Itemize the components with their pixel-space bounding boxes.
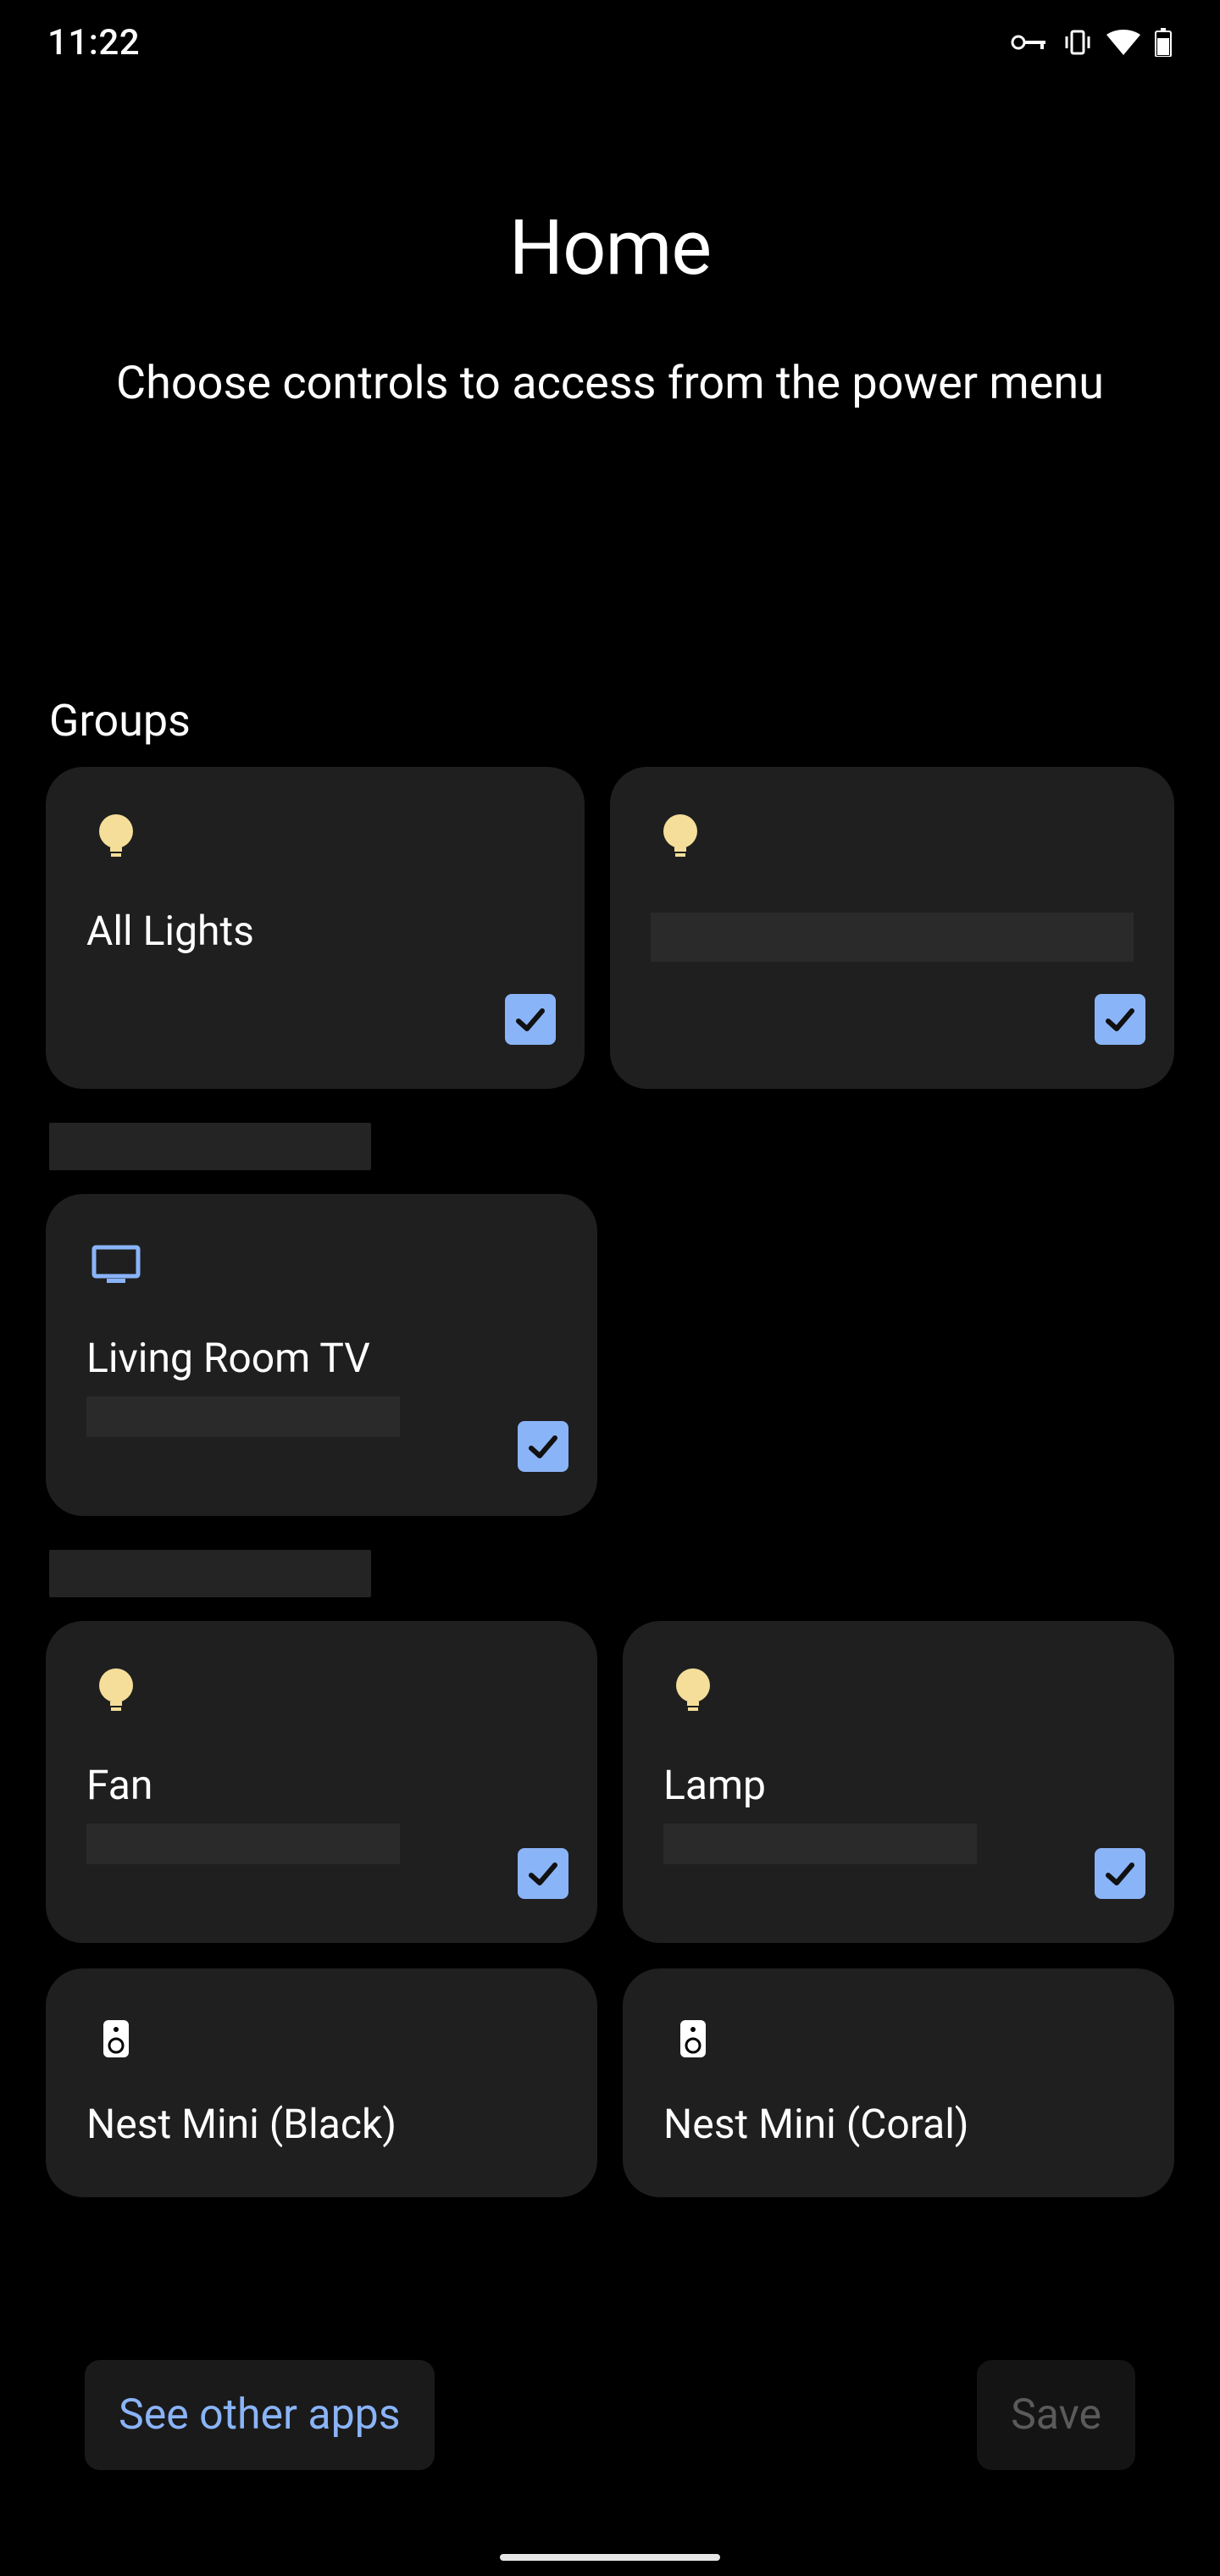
wifi-icon xyxy=(1106,30,1140,55)
control-card-title-redacted xyxy=(651,913,1134,962)
tv-icon xyxy=(86,1235,146,1294)
status-time: 11:22 xyxy=(47,22,140,64)
battery-icon xyxy=(1154,28,1173,57)
page-title: Home xyxy=(51,203,1169,292)
control-card-title: All Lights xyxy=(86,908,544,954)
control-checkbox[interactable] xyxy=(1095,994,1145,1045)
control-card-living-room-tv[interactable]: Living Room TV xyxy=(46,1194,597,1516)
gesture-nav-bar[interactable] xyxy=(500,2554,720,2561)
bulb-icon xyxy=(86,1662,146,1721)
section-title-groups: Groups xyxy=(46,695,1174,767)
vpn-key-icon xyxy=(1010,32,1049,53)
control-card-subtitle-redacted xyxy=(663,1824,977,1864)
control-checkbox[interactable] xyxy=(518,1848,568,1899)
section-title-redacted xyxy=(49,1123,371,1170)
speaker-icon xyxy=(86,2009,146,2068)
control-card-all-lights[interactable]: All Lights xyxy=(46,767,585,1089)
control-card-nest-mini-black[interactable]: Nest Mini (Black) xyxy=(46,1968,597,2197)
page-subtitle: Choose controls to access from the power… xyxy=(51,353,1169,415)
bulb-icon xyxy=(651,808,710,867)
bulb-icon xyxy=(86,808,146,867)
control-card-subtitle-redacted xyxy=(86,1824,400,1864)
control-checkbox[interactable] xyxy=(518,1421,568,1472)
control-card-title: Fan xyxy=(86,1762,557,1808)
bulb-icon xyxy=(663,1662,723,1721)
status-icons-group xyxy=(1010,28,1173,57)
control-card-subtitle-redacted xyxy=(86,1396,400,1437)
control-card-lamp[interactable]: Lamp xyxy=(623,1621,1174,1943)
speaker-icon xyxy=(663,2009,723,2068)
controls-list[interactable]: Groups All Lights xyxy=(46,695,1174,2313)
control-card-title: Nest Mini (Coral) xyxy=(663,2101,1134,2147)
page-header: Home Choose controls to access from the … xyxy=(0,203,1220,415)
bottom-action-bar: See other apps Save xyxy=(0,2313,1220,2576)
control-card-title: Nest Mini (Black) xyxy=(86,2101,557,2147)
section-title-redacted xyxy=(49,1550,371,1597)
control-card-title: Lamp xyxy=(663,1762,1134,1808)
control-card-fan[interactable]: Fan xyxy=(46,1621,597,1943)
control-checkbox[interactable] xyxy=(505,994,556,1045)
see-other-apps-button[interactable]: See other apps xyxy=(85,2360,435,2470)
save-button[interactable]: Save xyxy=(977,2360,1135,2470)
control-checkbox[interactable] xyxy=(1095,1848,1145,1899)
control-card-nest-mini-coral[interactable]: Nest Mini (Coral) xyxy=(623,1968,1174,2197)
vibrate-icon xyxy=(1062,30,1093,55)
control-card-redacted-group[interactable] xyxy=(610,767,1174,1089)
status-bar: 11:22 xyxy=(0,0,1220,85)
control-card-title: Living Room TV xyxy=(86,1335,557,1381)
